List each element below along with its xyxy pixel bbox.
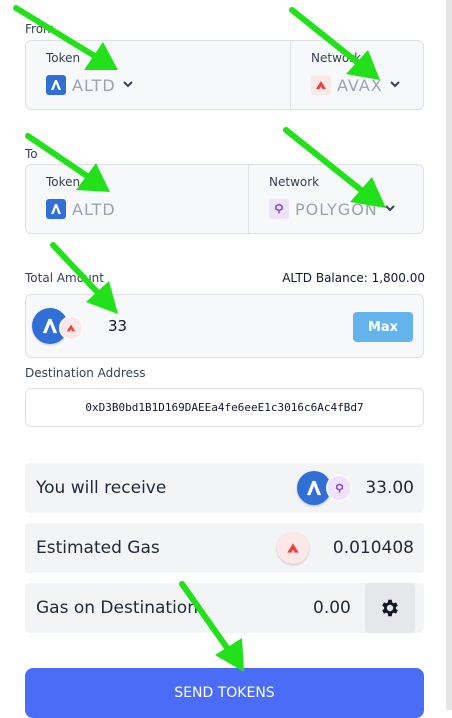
from-token-value: ALTD [72,75,116,95]
altd-token-icon [46,75,66,95]
arrow-amount [50,242,103,298]
from-token-label: Token [46,51,81,65]
to-token-value: ALTD [72,199,116,219]
send-tokens-button[interactable]: SEND TOKENS [25,668,424,718]
from-label: From [25,22,55,36]
to-token-label: Token [46,175,81,189]
gas-on-destination-label: Gas on Destination [36,598,198,618]
gas-settings-button[interactable] [365,583,415,633]
you-will-receive-value: 33.00 [365,478,414,498]
from-card: Token ALTD Network AVAX [25,40,424,110]
chevron-down-icon [389,78,401,93]
you-will-receive-row: You will receive 33.00 [25,463,424,513]
amount-input[interactable]: 33 [108,317,127,335]
destination-address-input[interactable]: 0xD3B0bd1B1D169DAEEa4fe6eeE1c3016c6Ac4fB… [25,388,424,427]
from-network-value-wrap: AVAX [311,75,401,95]
from-network-value: AVAX [337,75,383,95]
to-network-value-wrap: POLYGON [269,199,396,219]
gas-on-destination-row: Gas on Destination 0.00 [25,583,424,633]
chevron-down-icon [384,202,396,217]
from-token-select[interactable]: Token ALTD [26,41,290,109]
altd-balance: ALTD Balance: 1,800.00 [282,271,425,285]
total-amount-label: Total Amount [25,271,104,285]
from-token-value-wrap: ALTD [46,75,134,95]
estimated-gas-row: Estimated Gas 0.010408 [25,523,424,573]
to-network-select[interactable]: Network POLYGON [249,165,425,233]
to-network-value: POLYGON [295,199,378,219]
from-network-label: Network [311,51,362,65]
gear-icon [382,599,398,617]
chevron-down-icon [122,78,134,93]
to-label: To [25,147,38,161]
to-network-label: Network [269,175,320,189]
destination-address-label: Destination Address [25,366,146,380]
altd-token-icon [46,199,66,219]
you-will-receive-label: You will receive [36,478,167,498]
to-token-value-wrap: ALTD [46,199,116,219]
from-network-select[interactable]: Network AVAX [291,41,425,109]
max-button[interactable]: Max [353,312,413,342]
polygon-icon [269,199,289,219]
avax-icon [277,532,309,564]
scrollbar[interactable] [446,0,452,710]
avax-icon [311,75,331,95]
polygon-icon [326,475,352,501]
amount-card: 33 Max [25,294,424,358]
to-token-select: Token ALTD [26,165,248,233]
estimated-gas-value: 0.010408 [332,538,414,558]
gas-on-destination-value: 0.00 [313,598,351,618]
avax-icon [59,316,83,340]
estimated-gas-label: Estimated Gas [36,538,160,558]
to-card: Token ALTD Network POLYGON [25,164,424,234]
